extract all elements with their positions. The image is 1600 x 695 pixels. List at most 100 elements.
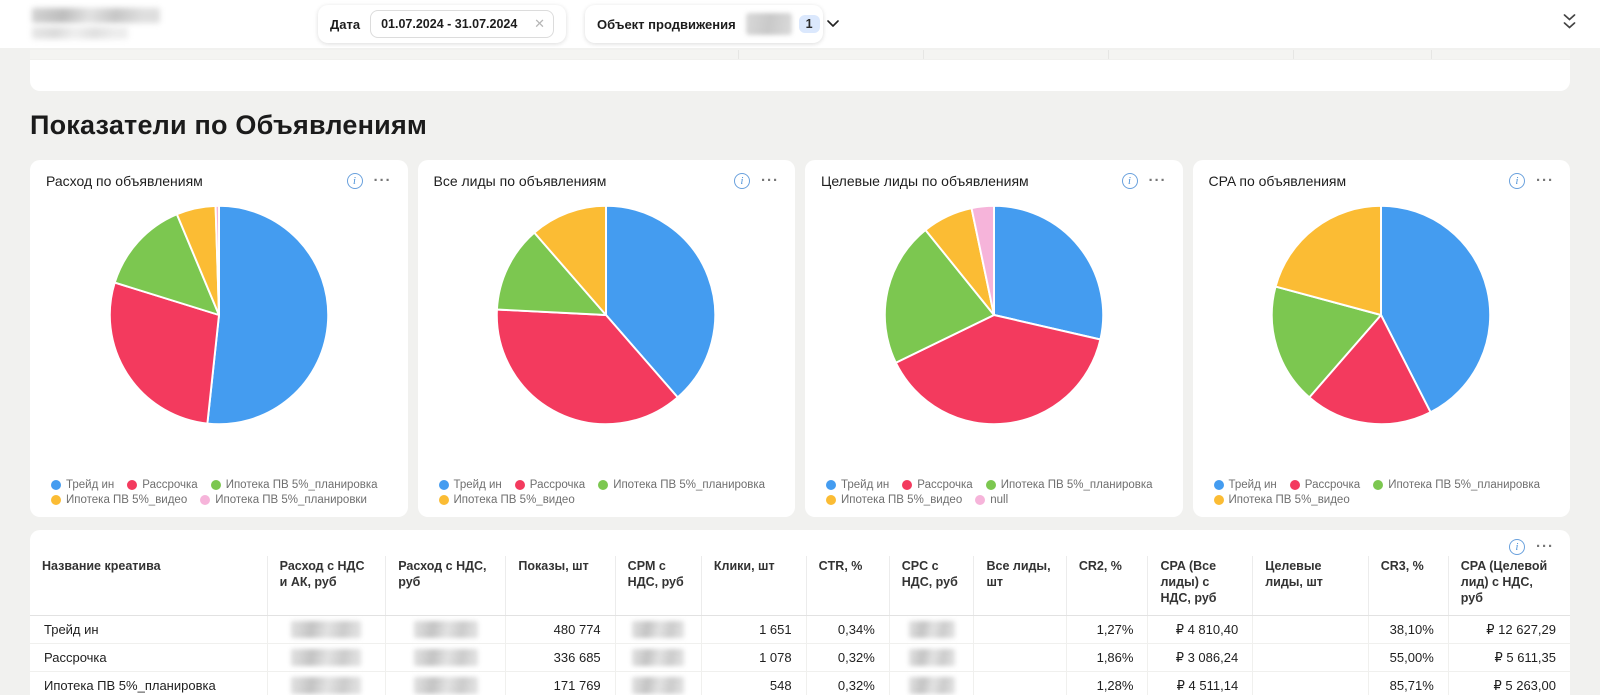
- legend-dot-icon: [1214, 495, 1224, 505]
- logo-blur-row: [32, 27, 128, 39]
- count-badge: 1: [799, 15, 820, 33]
- legend-dot-icon: [439, 480, 449, 490]
- legend-dot-icon: [1214, 480, 1224, 490]
- legend-item[interactable]: Ипотека ПВ 5%_планировки: [200, 494, 367, 506]
- metric-cell: [615, 644, 701, 672]
- legend-label: Ипотека ПВ 5%_видео: [841, 494, 962, 506]
- legend-label: Ипотека ПВ 5%_планировка: [226, 479, 378, 491]
- chart-card-icons: i ···: [347, 173, 392, 189]
- chart-card-icons: i ···: [1122, 173, 1167, 189]
- more-menu-icon[interactable]: ···: [1536, 542, 1554, 552]
- legend-item[interactable]: Трейд ин: [1214, 479, 1277, 491]
- more-menu-icon[interactable]: ···: [374, 176, 392, 186]
- metric-cell: ₽ 4 810,40: [1148, 616, 1253, 644]
- column-header: Все лиды, шт: [974, 556, 1066, 616]
- promotion-object-label: Объект продвижения: [597, 17, 736, 32]
- metric-cell: 1,28%: [1066, 672, 1148, 695]
- metric-cell: 38,10%: [1368, 616, 1448, 644]
- logo-blur-row: [32, 8, 160, 23]
- legend-label: Трейд ин: [841, 479, 889, 491]
- metric-cell: 1 651: [701, 616, 806, 644]
- legend-label: Рассрочка: [917, 479, 972, 491]
- chart-card: CPA по объявлениямi···Трейд инРассрочкаИ…: [1193, 160, 1571, 517]
- blurred-value: [291, 621, 361, 638]
- legend-item[interactable]: Рассрочка: [1290, 479, 1360, 491]
- date-range-input[interactable]: 01.07.2024 - 31.07.2024 ✕: [370, 10, 554, 38]
- chart-card-header: Целевые лиды по объявлениям i ···: [821, 173, 1167, 189]
- chart-card-icons: i ···: [734, 173, 779, 189]
- legend-item[interactable]: Трейд ин: [826, 479, 889, 491]
- legend-item[interactable]: Рассрочка: [127, 479, 197, 491]
- metric-cell: ₽ 5 263,00: [1448, 672, 1570, 695]
- chart-card-header: Все лиды по объявлениямi···: [434, 173, 780, 189]
- promotion-object-filter: Объект продвижения 1: [585, 5, 823, 43]
- legend-item[interactable]: null: [975, 494, 1008, 506]
- legend-item[interactable]: Рассрочка: [515, 479, 585, 491]
- info-icon[interactable]: i: [1509, 539, 1525, 555]
- pie-slice-1[interactable]: [207, 206, 328, 424]
- column-header: Показы, шт: [506, 556, 615, 616]
- column-header: Целевые лиды, шт: [1253, 556, 1369, 616]
- blurred-value: [632, 621, 684, 638]
- chart-card-icons: i ···: [1509, 173, 1554, 189]
- table-header-row: Название креативаРасход с НДС и АК, рубР…: [30, 556, 1570, 616]
- ads-metrics-table: Название креативаРасход с НДС и АК, рубР…: [30, 556, 1570, 695]
- legend-item[interactable]: Ипотека ПВ 5%_видео: [439, 494, 575, 506]
- legend-item[interactable]: Ипотека ПВ 5%_видео: [51, 494, 187, 506]
- metric-cell: 1,27%: [1066, 616, 1148, 644]
- blurred-value: [632, 677, 684, 694]
- legend-item[interactable]: Трейд ин: [439, 479, 502, 491]
- more-menu-icon[interactable]: ···: [1536, 176, 1554, 186]
- legend-item[interactable]: Ипотека ПВ 5%_видео: [1214, 494, 1350, 506]
- promotion-object-select[interactable]: 1: [746, 13, 839, 35]
- metric-cell: [615, 672, 701, 695]
- legend-label: Рассрочка: [1305, 479, 1360, 491]
- metric-cell: [1253, 672, 1369, 695]
- metric-cell: ₽ 4 511,14: [1148, 672, 1253, 695]
- legend-item[interactable]: Рассрочка: [902, 479, 972, 491]
- legend-item[interactable]: Ипотека ПВ 5%_планировка: [1373, 479, 1540, 491]
- legend-item[interactable]: Ипотека ПВ 5%_планировка: [211, 479, 378, 491]
- info-icon[interactable]: i: [1122, 173, 1138, 189]
- legend-label: Трейд ин: [1229, 479, 1277, 491]
- metric-cell: [267, 672, 386, 695]
- info-icon[interactable]: i: [1509, 173, 1525, 189]
- metric-cell: 171 769: [506, 672, 615, 695]
- more-menu-icon[interactable]: ···: [1149, 176, 1167, 186]
- blurred-object-value: [746, 13, 792, 35]
- legend-label: Рассрочка: [530, 479, 585, 491]
- blurred-value: [414, 649, 478, 666]
- legend-dot-icon: [598, 480, 608, 490]
- chart-card: Расход по объявлениямi···Трейд инРассроч…: [30, 160, 408, 517]
- column-header: Клики, шт: [701, 556, 806, 616]
- blurred-value: [291, 677, 361, 694]
- legend-item[interactable]: Ипотека ПВ 5%_планировка: [986, 479, 1153, 491]
- pie-chart: [434, 198, 780, 432]
- more-menu-icon[interactable]: ···: [761, 176, 779, 186]
- pie-legend: Трейд ин Рассрочка Ипотека ПВ 5%_планировк…: [1214, 479, 1563, 506]
- legend-dot-icon: [986, 480, 996, 490]
- creative-name-cell: Рассрочка: [30, 644, 267, 672]
- info-icon[interactable]: i: [734, 173, 750, 189]
- section-title: Показатели по Объявлениям: [30, 110, 427, 141]
- legend-label: Ипотека ПВ 5%_видео: [1229, 494, 1350, 506]
- legend-item[interactable]: Трейд ин: [51, 479, 114, 491]
- metric-cell: [889, 672, 974, 695]
- legend-label: Рассрочка: [142, 479, 197, 491]
- info-icon[interactable]: i: [347, 173, 363, 189]
- pie-chart: [46, 198, 392, 432]
- pie-chart: [1209, 198, 1555, 432]
- collapse-panel-button[interactable]: [1563, 14, 1576, 29]
- blurred-value: [909, 677, 955, 694]
- clear-date-icon[interactable]: ✕: [528, 16, 545, 32]
- metric-cell: [386, 616, 506, 644]
- blurred-value: [291, 649, 361, 666]
- column-header: CPC с НДС, руб: [889, 556, 974, 616]
- chart-title: Целевые лиды по объявлениям: [821, 173, 1029, 189]
- pie-legend: Трейд ин Рассрочка Ипотека ПВ 5%_планировк…: [439, 479, 788, 506]
- legend-item[interactable]: Ипотека ПВ 5%_видео: [826, 494, 962, 506]
- metric-cell: 0,32%: [806, 672, 889, 695]
- pie-svg: [489, 198, 723, 432]
- pie-chart: [821, 198, 1167, 432]
- legend-item[interactable]: Ипотека ПВ 5%_планировка: [598, 479, 765, 491]
